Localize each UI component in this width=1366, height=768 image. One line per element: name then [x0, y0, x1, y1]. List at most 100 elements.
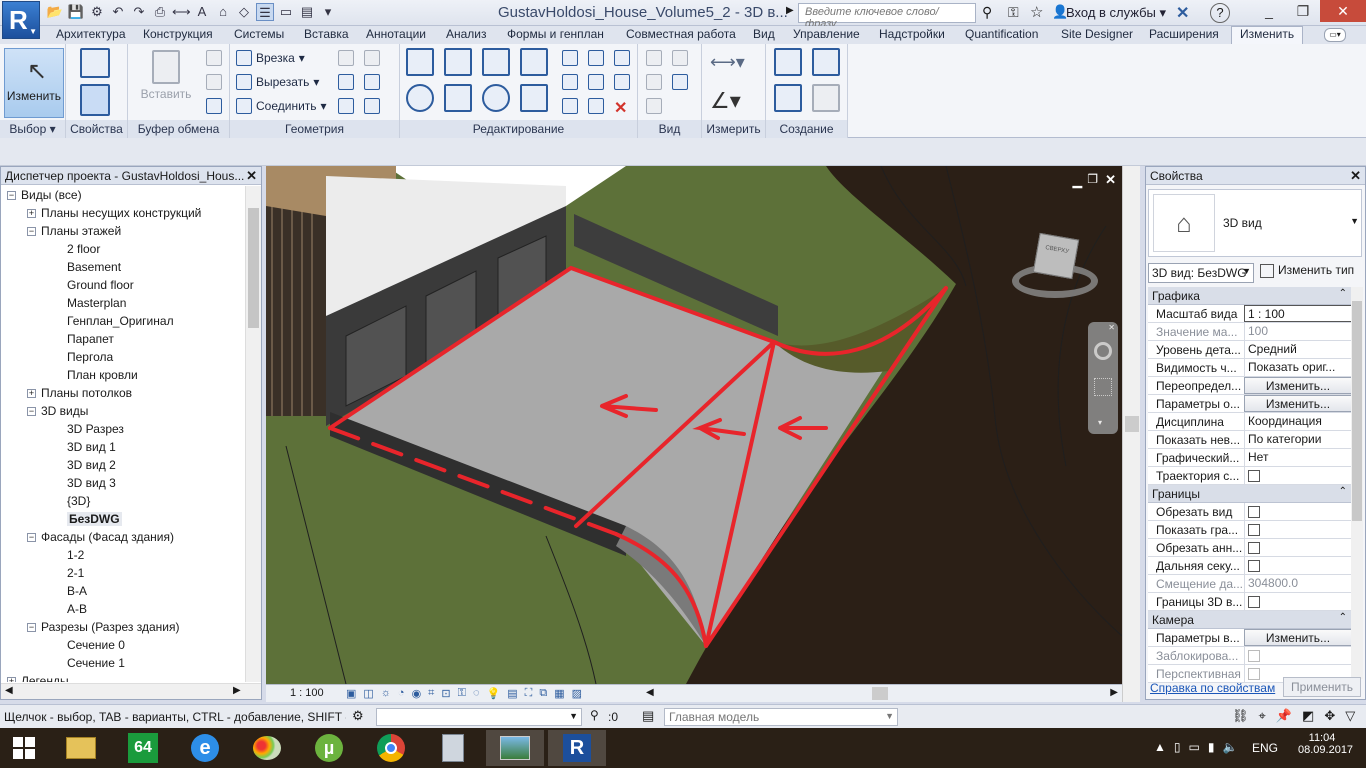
temp-properties-icon[interactable]: ▤	[507, 687, 517, 700]
tree-item[interactable]: + Планы потолков	[1, 384, 245, 402]
unpin-icon[interactable]	[614, 74, 630, 93]
scroll-right-icon[interactable]: ▶	[1110, 687, 1118, 698]
model-dropdown[interactable]: Главная модель ▼	[664, 708, 898, 726]
worksharing-icon[interactable]: ⛶	[525, 687, 533, 700]
close-hidden-icon[interactable]: ▭	[277, 3, 295, 21]
property-checkbox[interactable]	[1244, 557, 1352, 574]
type-selector[interactable]: ⌂ 3D вид ▼	[1148, 189, 1362, 257]
undo-icon[interactable]: ↶	[109, 3, 127, 21]
tree-item[interactable]: Пергола	[1, 348, 245, 366]
angular-dimension-icon[interactable]: ∠▾	[710, 88, 741, 114]
key-icon[interactable]: ⚿	[1008, 4, 1019, 21]
select-underlay-icon[interactable]: ⌖	[1259, 708, 1266, 724]
star-icon[interactable]: ☆	[1030, 3, 1043, 21]
workset-dropdown[interactable]: ▼	[376, 708, 582, 726]
viewcube[interactable]: СВЕРХУ	[1012, 232, 1100, 306]
select-by-face-icon[interactable]: ◩	[1302, 708, 1314, 724]
tab-architecture[interactable]: Архитектура	[56, 27, 126, 41]
cut-geometry-button[interactable]: Вырезать ▾	[236, 74, 319, 90]
input-language[interactable]: ENG	[1252, 741, 1278, 755]
calculator-icon[interactable]	[424, 730, 482, 766]
tab-site-designer[interactable]: Site Designer	[1061, 27, 1133, 41]
trim-single-icon[interactable]	[588, 98, 604, 117]
collapse-icon[interactable]: −	[27, 407, 36, 417]
array-icon[interactable]	[562, 74, 578, 93]
collapse-group-icon[interactable]: ⌃	[1339, 612, 1347, 623]
tree-item[interactable]: В-А	[1, 582, 245, 600]
tree-item[interactable]: 2 floor	[1, 240, 245, 258]
render-icon[interactable]: ◉	[412, 687, 422, 700]
trim-multiple-icon[interactable]	[562, 98, 578, 117]
join-button[interactable]: Соединить ▾	[236, 98, 327, 114]
tree-item[interactable]: Ground floor	[1, 276, 245, 294]
analytical-model-icon[interactable]: ▦	[554, 687, 564, 700]
tree-item[interactable]: А-В	[1, 600, 245, 618]
tree-item[interactable]: − Планы этажей	[1, 222, 245, 240]
wall-joins-icon[interactable]	[338, 74, 354, 93]
3d-viewport[interactable]: ▁ ❐ ✕ СВЕРХУ ✕ ▾	[266, 166, 1122, 684]
tab-insert[interactable]: Вставка	[304, 27, 349, 41]
reveal-hidden-icon[interactable]: 💡	[487, 687, 501, 700]
sync-icon[interactable]: ⚙	[88, 3, 106, 21]
property-checkbox[interactable]	[1244, 539, 1352, 556]
viewport-minimize-icon[interactable]: ▁	[1073, 174, 1082, 188]
hide-bulb-icon[interactable]	[646, 50, 662, 69]
viewport-restore-icon[interactable]: ❐	[1087, 172, 1098, 186]
tree-item[interactable]: 3D вид 3	[1, 474, 245, 492]
3d-view-icon[interactable]: ⌂	[214, 3, 232, 21]
collapse-icon[interactable]: −	[7, 191, 16, 201]
visual-style-icon[interactable]: ◫	[363, 687, 373, 700]
type-properties-icon[interactable]	[80, 48, 110, 81]
tree-item[interactable]: Masterplan	[1, 294, 245, 312]
viewport-vscrollbar[interactable]	[1122, 166, 1140, 702]
property-input[interactable]: 1 : 100	[1244, 305, 1352, 322]
properties-scrollbar[interactable]	[1351, 287, 1363, 679]
tab-structure[interactable]: Конструкция	[143, 27, 213, 41]
linework-icon[interactable]	[646, 74, 662, 93]
expand-icon[interactable]: +	[7, 677, 16, 682]
tab-analyze[interactable]: Анализ	[446, 27, 487, 41]
rotate-icon[interactable]	[482, 84, 510, 115]
cope-button[interactable]: Врезка ▾	[236, 50, 305, 66]
mirror-draw-icon[interactable]	[520, 48, 548, 79]
show-crop-icon[interactable]: ⊡	[441, 687, 450, 700]
tree-item[interactable]: Парапет	[1, 330, 245, 348]
revit-taskbar-icon[interactable]: R	[548, 730, 606, 766]
tab-collaborate[interactable]: Совместная работа	[626, 27, 736, 41]
zoom-region-icon[interactable]	[1094, 378, 1112, 396]
properties-help-link[interactable]: Справка по свойствам	[1150, 681, 1275, 695]
edit-type-button[interactable]: Изменить тип	[1260, 263, 1354, 278]
tab-systems[interactable]: Системы	[234, 27, 284, 41]
property-group-header[interactable]: Графика ⌃	[1148, 287, 1353, 305]
property-value[interactable]: По категории	[1244, 431, 1352, 448]
tree-item[interactable]: 3D вид 2	[1, 456, 245, 474]
restore-button[interactable]: ❐	[1286, 0, 1320, 22]
paint-app-icon[interactable]	[238, 730, 296, 766]
tree-item[interactable]: 3D Разрез	[1, 420, 245, 438]
shadows-icon[interactable]: ◔	[398, 687, 405, 700]
close-button[interactable]: ✕	[1320, 0, 1366, 22]
editable-only-icon[interactable]: ⚲	[590, 708, 599, 722]
browser-scrollbar[interactable]	[245, 186, 261, 682]
property-edit-button[interactable]: Изменить...	[1244, 395, 1352, 412]
start-button[interactable]	[0, 730, 48, 766]
detail-level-icon[interactable]: ▣	[346, 687, 356, 700]
override-graphics-icon[interactable]	[672, 50, 688, 69]
power-icon[interactable]: ▭	[1189, 740, 1200, 754]
apply-button[interactable]: Применить	[1283, 677, 1361, 697]
property-value[interactable]: Координация	[1244, 413, 1352, 430]
clock[interactable]: 11:04 08.09.2017	[1298, 732, 1353, 756]
instance-selector[interactable]: 3D вид: БезDWG ▼	[1148, 263, 1254, 283]
paste-button[interactable]: Вставить	[136, 50, 196, 101]
design-options-status-icon[interactable]: ▤	[642, 708, 654, 724]
redo-icon[interactable]: ↷	[130, 3, 148, 21]
property-value[interactable]: Нет	[1244, 449, 1352, 466]
tree-item[interactable]: + Легенды	[1, 672, 245, 682]
split-gap-icon[interactable]	[588, 50, 604, 69]
property-value[interactable]: Показать ориг...	[1244, 359, 1352, 376]
application-menu-button[interactable]: R ▼	[2, 1, 40, 39]
create-group-icon[interactable]	[812, 84, 840, 115]
tree-item[interactable]: {3D}	[1, 492, 245, 510]
internet-explorer-icon[interactable]: e	[176, 730, 234, 766]
tab-view[interactable]: Вид	[753, 27, 775, 41]
